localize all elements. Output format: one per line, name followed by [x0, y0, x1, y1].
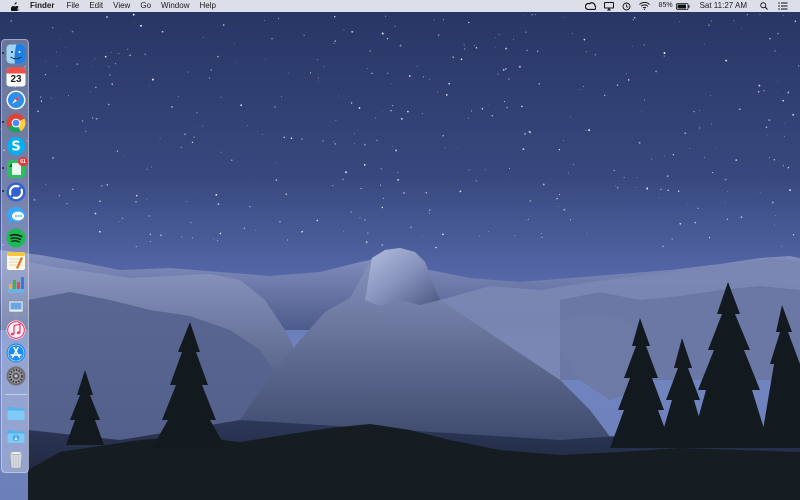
dock-separator	[5, 394, 27, 395]
menu-window[interactable]: Window	[156, 0, 194, 12]
notes-icon[interactable]	[6, 251, 26, 271]
spotlight-icon[interactable]	[760, 0, 768, 12]
safari-icon[interactable]	[6, 90, 26, 110]
running-indicator	[2, 52, 4, 54]
menu-bar: Finder File Edit View Go Window Help 85%…	[0, 0, 800, 12]
wifi-icon[interactable]	[638, 0, 650, 12]
battery-icon[interactable]	[675, 0, 690, 12]
calendar-icon[interactable]: 23	[6, 67, 26, 87]
menu-bar-right: 85% Sat 11:27 AM	[581, 0, 800, 12]
skype-icon[interactable]: S	[6, 136, 26, 156]
battery-percent[interactable]: 85%	[659, 0, 673, 12]
apple-logo-icon[interactable]	[10, 0, 19, 12]
menu-go[interactable]: Go	[135, 0, 156, 12]
menu-view[interactable]: View	[108, 0, 135, 12]
calendar-date: 23	[10, 74, 22, 85]
preview-icon[interactable]	[6, 297, 26, 317]
app-store-icon[interactable]	[6, 343, 26, 363]
airplay-icon[interactable]	[603, 0, 614, 12]
simplenote-icon[interactable]	[6, 182, 26, 202]
folder-icon[interactable]	[6, 403, 26, 423]
menu-bar-left: Finder File Edit View Go Window Help	[0, 0, 221, 12]
running-indicator	[2, 167, 4, 169]
desktop-wallpaper	[0, 0, 800, 500]
notification-center-icon[interactable]	[778, 0, 788, 12]
running-indicator	[2, 121, 4, 123]
itunes-icon[interactable]	[6, 320, 26, 340]
running-indicator	[2, 190, 4, 192]
messages-icon[interactable]	[6, 205, 26, 225]
menu-clock[interactable]: Sat 11:27 AM	[700, 0, 747, 12]
evernote-badge: 61	[18, 157, 28, 166]
creative-cloud-icon[interactable]	[584, 0, 596, 12]
numbers-icon[interactable]	[6, 274, 26, 294]
dock: 23 S 61	[1, 39, 29, 473]
spotify-icon[interactable]	[6, 228, 26, 248]
menu-file[interactable]: File	[61, 0, 84, 12]
menu-help[interactable]: Help	[194, 0, 220, 12]
system-preferences-icon[interactable]	[6, 366, 26, 386]
menu-app-name[interactable]: Finder	[30, 0, 59, 12]
time-machine-icon[interactable]	[622, 0, 631, 12]
menu-edit[interactable]: Edit	[84, 0, 108, 12]
chrome-icon[interactable]	[6, 113, 26, 133]
finder-icon[interactable]	[6, 44, 26, 64]
trash-icon[interactable]	[6, 449, 26, 469]
svg-text:S: S	[11, 140, 20, 155]
downloads-folder-icon[interactable]	[6, 426, 26, 446]
